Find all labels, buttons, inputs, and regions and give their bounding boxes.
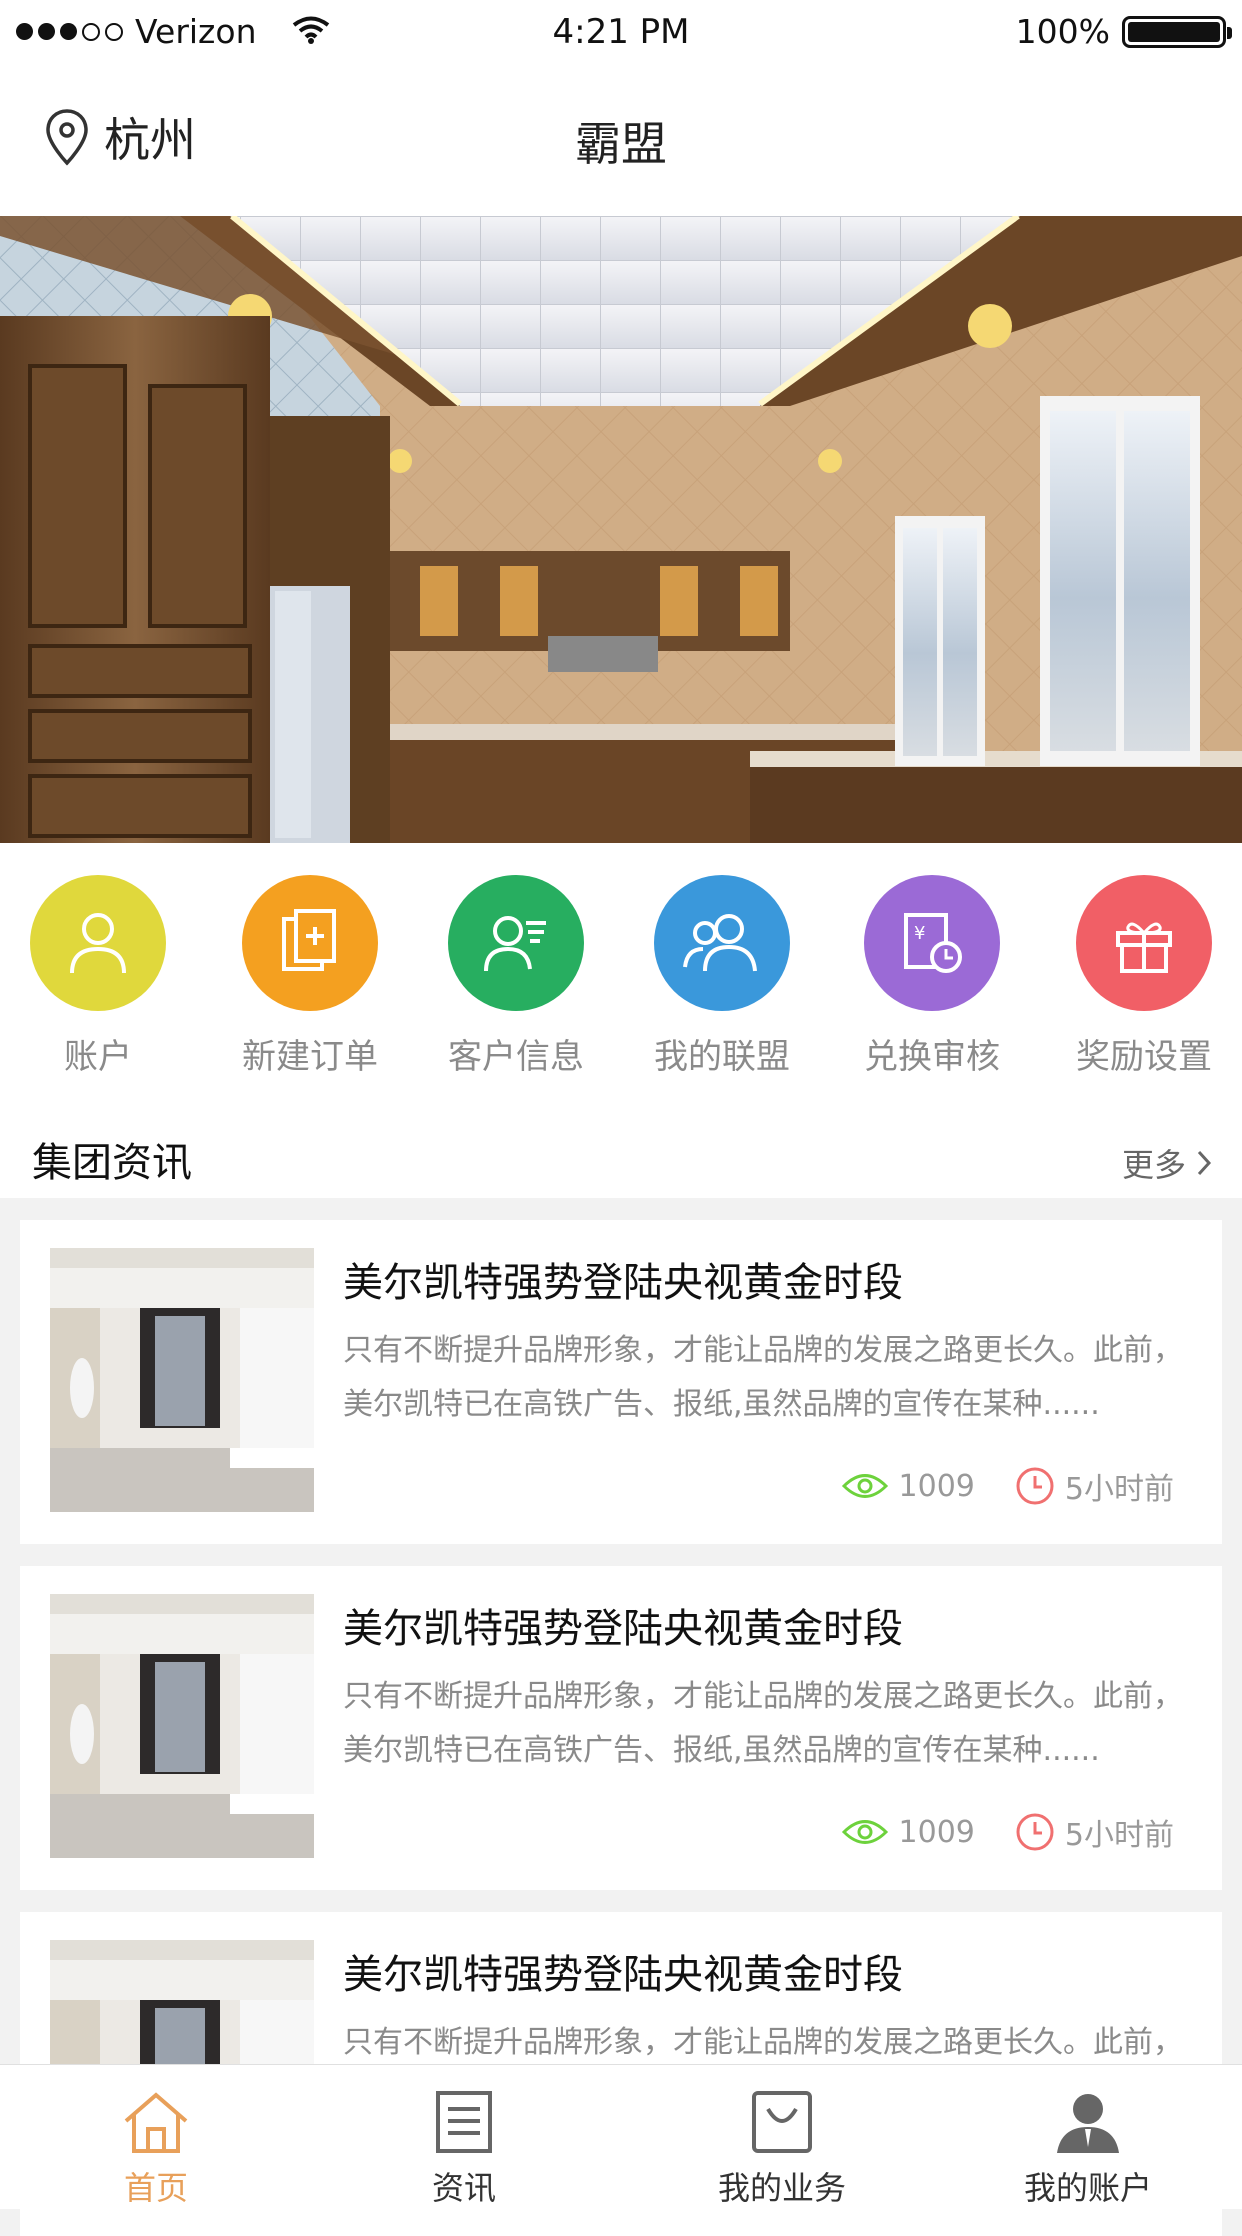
view-count-value: 1009	[898, 1814, 975, 1850]
news-card[interactable]: 美尔凯特强势登陆央视黄金时段 只有不断提升品牌形象，才能让品牌的发展之路更长久。…	[20, 1220, 1222, 1544]
shortcut-label: 兑换审核	[864, 1037, 1000, 1077]
publish-time-value: 5小时前	[1064, 1472, 1174, 1507]
section-title: 集团资讯	[32, 1140, 192, 1186]
news-meta: 1009 5小时前	[841, 1810, 1174, 1854]
shortcut-new-order[interactable]: 新建订单	[220, 875, 400, 1078]
battery-icon	[1122, 15, 1232, 48]
shortcut-grid: 账户 新建订单 客户信息 我的联盟 ¥ 兑换审核 奖励设置	[0, 843, 1242, 1098]
business-bag-icon	[752, 2091, 812, 2153]
app-header: 杭州 霸盟	[0, 64, 1242, 216]
shortcut-my-alliance[interactable]: 我的联盟	[632, 875, 812, 1078]
eye-icon	[841, 1474, 888, 1498]
view-count: 1009	[841, 1469, 975, 1504]
news-summary: 只有不断提升品牌形象，才能让品牌的发展之路更长久。此前，	[343, 2025, 1183, 2060]
shortcut-account[interactable]: 账户	[8, 875, 188, 1078]
news-thumbnail	[50, 1594, 314, 1858]
clock-icon	[1016, 1467, 1054, 1505]
news-summary: 只有不断提升品牌形象，才能让品牌的发展之路更长久。此前，美尔凯特已在高铁广告、报…	[343, 1333, 1183, 1422]
tab-news[interactable]: 资讯	[364, 2089, 564, 2209]
shortcut-label: 账户	[64, 1037, 132, 1077]
news-title: 美尔凯特强势登陆央视黄金时段	[343, 1952, 903, 1998]
more-label: 更多	[1121, 1146, 1186, 1184]
shortcut-label: 客户信息	[448, 1037, 584, 1077]
group-icon	[654, 875, 790, 1011]
shortcut-label: 奖励设置	[1076, 1037, 1212, 1077]
battery-status: 100%	[1015, 12, 1232, 51]
gift-icon	[1076, 875, 1212, 1011]
customer-info-icon	[448, 875, 584, 1011]
news-section-header: 集团资讯 更多	[0, 1098, 1242, 1198]
publish-time: 5小时前	[1015, 1464, 1174, 1508]
news-title: 美尔凯特强势登陆央视黄金时段	[343, 1606, 903, 1652]
tab-label: 首页	[123, 2169, 188, 2207]
shortcut-label: 我的联盟	[654, 1037, 790, 1077]
publish-time-value: 5小时前	[1064, 1818, 1174, 1853]
tab-my-account[interactable]: 我的账户	[988, 2089, 1188, 2209]
shortcut-customer-info[interactable]: 客户信息	[426, 875, 606, 1078]
view-count: 1009	[841, 1815, 975, 1850]
bottom-tab-bar: 首页 资讯 我的业务 我的账户	[0, 2064, 1242, 2209]
clock-icon	[1016, 1813, 1054, 1851]
news-card[interactable]: 美尔凯特强势登陆央视黄金时段 只有不断提升品牌形象，才能让品牌的发展之路更长久。…	[20, 1566, 1222, 1890]
eye-icon	[841, 1820, 888, 1844]
news-summary: 只有不断提升品牌形象，才能让品牌的发展之路更长久。此前，美尔凯特已在高铁广告、报…	[343, 1679, 1183, 1768]
news-thumbnail	[50, 1248, 314, 1512]
tab-my-business[interactable]: 我的业务	[682, 2089, 882, 2209]
person-icon	[30, 875, 166, 1011]
new-document-icon	[242, 875, 378, 1011]
tab-label: 我的账户	[1023, 2169, 1152, 2207]
page-title: 霸盟	[575, 117, 667, 171]
shortcut-reward-settings[interactable]: 奖励设置	[1054, 875, 1234, 1078]
chevron-right-icon	[1197, 1150, 1212, 1176]
news-icon	[436, 2091, 492, 2153]
news-meta: 1009 5小时前	[841, 1464, 1174, 1508]
banner-image[interactable]	[0, 216, 1242, 843]
battery-percent: 100%	[1015, 12, 1110, 51]
home-icon	[124, 2092, 188, 2153]
tab-label: 我的业务	[717, 2169, 846, 2207]
shortcut-exchange-review[interactable]: ¥ 兑换审核	[842, 875, 1022, 1078]
tab-label: 资讯	[431, 2169, 496, 2207]
shortcut-label: 新建订单	[242, 1037, 378, 1077]
svg-text:¥: ¥	[914, 923, 925, 944]
account-user-icon	[1057, 2094, 1119, 2153]
news-title: 美尔凯特强势登陆央视黄金时段	[343, 1260, 903, 1306]
view-count-value: 1009	[898, 1468, 975, 1504]
publish-time: 5小时前	[1015, 1810, 1174, 1854]
tab-home[interactable]: 首页	[56, 2089, 256, 2209]
exchange-review-icon: ¥	[864, 875, 1000, 1011]
status-bar: Verizon 4:21 PM 100%	[0, 0, 1242, 64]
more-link[interactable]: 更多	[1122, 1140, 1212, 1186]
kitchen-banner-illustration	[0, 216, 1242, 843]
